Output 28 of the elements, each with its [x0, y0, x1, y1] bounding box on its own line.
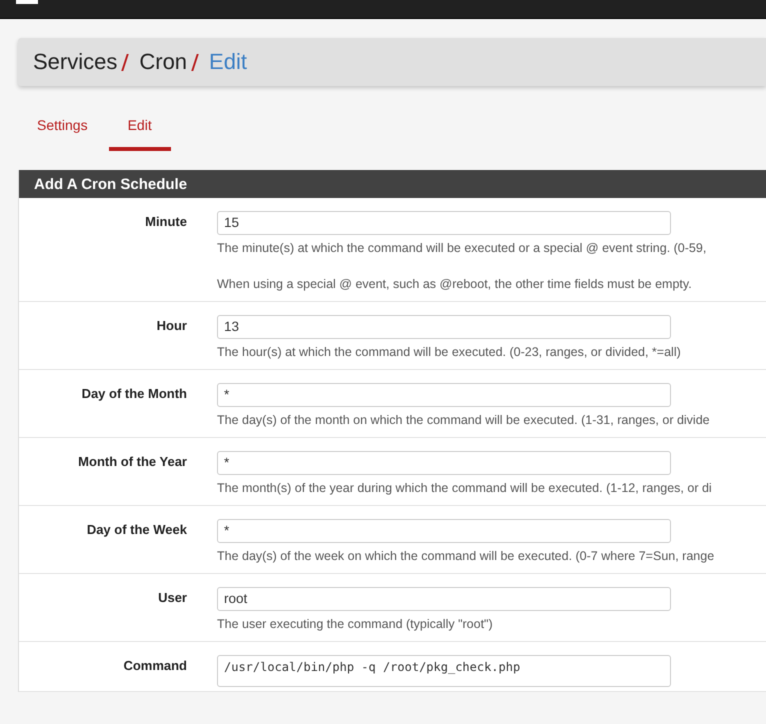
help-text: The user executing the command (typically "root"): [217, 617, 494, 631]
input-field[interactable]: 13: [217, 315, 671, 339]
field-label: User: [157, 589, 187, 607]
input-field[interactable]: *: [217, 451, 671, 475]
help-text: The day(s) of the week on which the command will be executed. (0-7 where 7=Sun, range: [217, 549, 714, 563]
tab[interactable]: Settings: [18, 114, 107, 151]
breadcrumb-item[interactable]: Services: [33, 49, 118, 75]
input-field[interactable]: *: [217, 383, 671, 407]
breadcrumb-item[interactable]: Cron: [139, 49, 188, 75]
help-text: When using a special @ event, such as @reboot, the other time fields must be empty.: [217, 277, 693, 291]
field-label: Hour: [156, 317, 187, 335]
logo-icon: [16, 0, 38, 4]
help-text: The day(s) of the month on which the command will be executed. (1-31, ranges, or divide: [217, 413, 710, 427]
input-field[interactable]: *: [217, 519, 671, 543]
field-label: Day of the Week: [86, 521, 187, 539]
help-text: The month(s) of the year during which the command will be executed. (1-12, ranges, or di: [217, 481, 712, 495]
field-label: Day of the Month: [80, 385, 187, 403]
command-textarea[interactable]: /usr/local/bin/php -q /root/pkg_check.php: [217, 655, 671, 687]
input-field[interactable]: root: [217, 587, 671, 611]
tab[interactable]: Edit: [108, 114, 171, 151]
breadcrumb-item: Edit: [209, 49, 247, 75]
help-text: The minute(s) at which the command will be executed or a special @ event string. (0-59,: [217, 241, 706, 255]
field-label: Month of the Year: [77, 453, 187, 471]
field-label: Minute: [144, 213, 187, 231]
field-label: Command: [122, 657, 187, 675]
panel-title: Add A Cron Schedule: [19, 170, 766, 198]
help-text: The hour(s) at which the command will be executed. (0-23, ranges, or divided, *=all): [217, 345, 681, 359]
input-field[interactable]: 15: [217, 211, 671, 235]
